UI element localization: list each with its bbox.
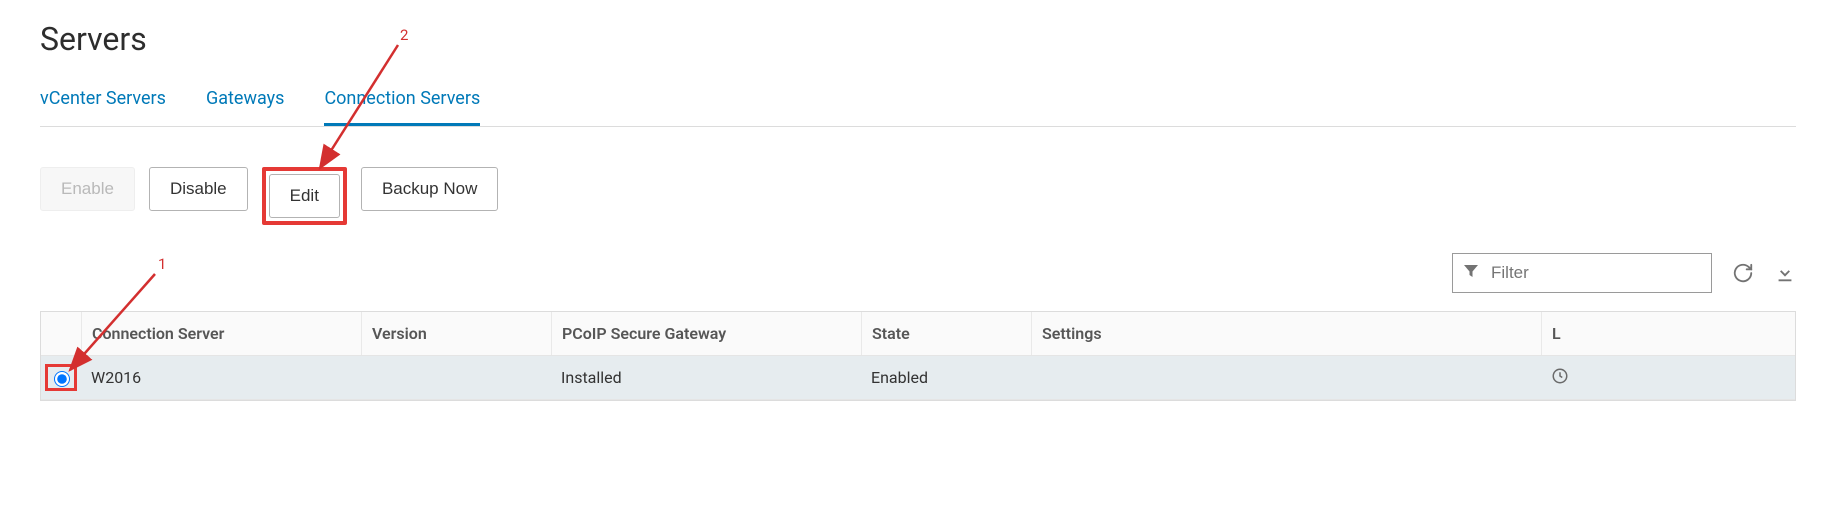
disable-button[interactable]: Disable (149, 167, 248, 211)
table-toolbar (40, 253, 1796, 293)
download-icon[interactable] (1774, 262, 1796, 284)
col-connection-server[interactable]: Connection Server (81, 312, 361, 355)
tab-vcenter-servers[interactable]: vCenter Servers (40, 78, 166, 126)
tabs: vCenter Servers Gateways Connection Serv… (40, 78, 1796, 127)
cell-last (1541, 367, 1581, 389)
refresh-icon[interactable] (1732, 262, 1754, 284)
tab-gateways[interactable]: Gateways (206, 78, 284, 126)
col-settings[interactable]: Settings (1031, 312, 1541, 355)
cell-pcoip: Installed (551, 368, 861, 387)
enable-button: Enable (40, 167, 135, 211)
col-last[interactable]: L (1541, 312, 1581, 355)
table-header: Connection Server Version PCoIP Secure G… (41, 312, 1795, 356)
col-version[interactable]: Version (361, 312, 551, 355)
annotation-label-2: 2 (400, 26, 408, 44)
table-row[interactable]: W2016 Installed Enabled (41, 356, 1795, 400)
clock-icon (1551, 367, 1569, 385)
toolbar: Enable Disable Edit Backup Now (40, 167, 1796, 225)
cell-name: W2016 (81, 368, 361, 387)
row-select-highlight (45, 364, 77, 391)
col-select (41, 312, 81, 355)
row-select-radio[interactable] (54, 371, 70, 387)
backup-now-button[interactable]: Backup Now (361, 167, 498, 211)
edit-button[interactable]: Edit (269, 174, 340, 218)
edit-highlight: Edit (262, 167, 347, 225)
table: Connection Server Version PCoIP Secure G… (40, 311, 1796, 401)
filter-icon (1463, 263, 1489, 283)
filter-input[interactable] (1489, 262, 1714, 284)
page-title: Servers (40, 20, 1796, 58)
filter-box[interactable] (1452, 253, 1712, 293)
tab-connection-servers[interactable]: Connection Servers (324, 78, 480, 126)
annotation-label-1: 1 (158, 255, 166, 273)
col-pcoip[interactable]: PCoIP Secure Gateway (551, 312, 861, 355)
cell-state: Enabled (861, 368, 1031, 387)
col-state[interactable]: State (861, 312, 1031, 355)
